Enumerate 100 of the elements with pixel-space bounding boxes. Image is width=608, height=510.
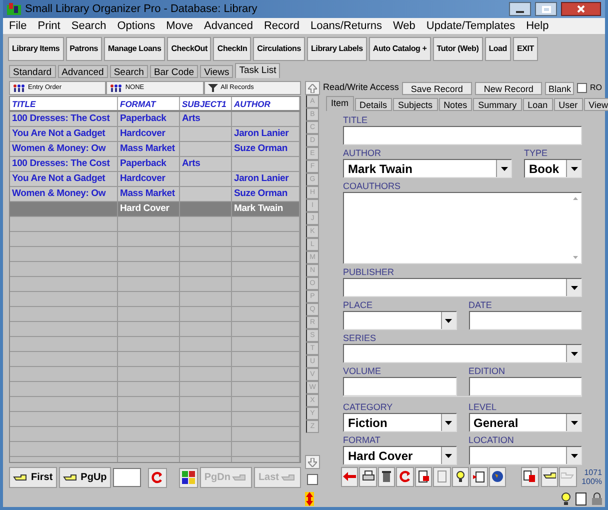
table-row[interactable]: You Are Not a Gadget Hardcover Jaron Lanier bbox=[10, 127, 300, 142]
table-row[interactable]: 100 Dresses: The Cost Paperback Arts bbox=[10, 112, 300, 127]
detail-tab[interactable]: Summary bbox=[473, 98, 522, 111]
detail-tab[interactable]: Subjects bbox=[393, 98, 438, 111]
menu-item[interactable]: Options bbox=[117, 20, 156, 32]
document-icon[interactable] bbox=[414, 466, 432, 486]
table-cell: Suze Orman bbox=[232, 142, 300, 156]
minimize-button[interactable] bbox=[509, 2, 531, 16]
caret-icon bbox=[500, 166, 508, 170]
detail-tab[interactable]: Notes bbox=[438, 98, 472, 111]
document-icon[interactable] bbox=[521, 466, 539, 486]
detail-tab[interactable]: Details bbox=[354, 98, 392, 111]
dropdown-field[interactable] bbox=[343, 311, 456, 330]
toolbar-button[interactable]: Library Labels bbox=[306, 36, 367, 60]
mode-tab[interactable]: Advanced bbox=[58, 65, 108, 78]
table-row[interactable]: You Are Not a Gadget Hardcover Jaron Lanier bbox=[10, 172, 300, 187]
toolbar-button[interactable]: CheckIn bbox=[213, 36, 252, 60]
globe-icon[interactable] bbox=[488, 466, 506, 486]
table-row[interactable]: 100 Dresses: The Cost Paperback Arts bbox=[10, 157, 300, 172]
arrow-left-icon[interactable] bbox=[341, 466, 358, 486]
toolbar-button[interactable]: Library Items bbox=[8, 36, 64, 60]
toolbar-button[interactable]: Load bbox=[484, 36, 511, 60]
table-row[interactable]: Hard Cover Mark Twain bbox=[10, 202, 300, 217]
text-field[interactable] bbox=[468, 377, 582, 396]
dropdown-field[interactable]: Fiction bbox=[343, 413, 456, 432]
text-field[interactable] bbox=[343, 377, 456, 396]
record-button[interactable]: New Record bbox=[474, 82, 542, 94]
toolbar-button[interactable]: Auto Catalog + bbox=[368, 36, 431, 60]
dropdown-field[interactable]: Hard Cover bbox=[343, 446, 456, 465]
field-label: LEVEL bbox=[468, 401, 498, 413]
document-icon[interactable] bbox=[470, 466, 488, 486]
printer-icon[interactable] bbox=[359, 466, 377, 486]
toolbar-button[interactable]: EXIT bbox=[513, 36, 538, 60]
menu-item[interactable]: File bbox=[9, 20, 27, 32]
color-grid-icon[interactable] bbox=[179, 468, 198, 488]
dropdown-field[interactable] bbox=[343, 278, 582, 297]
column-header[interactable]: SUBJECT1 bbox=[180, 97, 232, 110]
table-row[interactable]: Women & Money: Ow Mass Market Suze Orman bbox=[10, 187, 300, 202]
column-header[interactable]: AUTHOR bbox=[232, 97, 300, 110]
scroll-down-button[interactable] bbox=[305, 455, 320, 469]
funnel-icon bbox=[208, 84, 218, 92]
mode-tab[interactable]: Views bbox=[200, 65, 234, 78]
menu-item[interactable]: Advanced bbox=[204, 20, 253, 32]
dropdown-field[interactable] bbox=[468, 446, 582, 465]
menu-item[interactable]: Loans/Returns bbox=[310, 20, 382, 32]
menu-item[interactable]: Record bbox=[264, 20, 300, 32]
dropdown-field[interactable]: Book bbox=[524, 159, 582, 178]
dropdown-field[interactable]: General bbox=[468, 413, 582, 432]
dropdown-field[interactable] bbox=[343, 344, 582, 363]
textarea-field[interactable] bbox=[343, 192, 582, 264]
column-header[interactable]: FORMAT bbox=[118, 97, 180, 110]
nav-button[interactable]: First bbox=[9, 467, 57, 488]
table-cell: You Are Not a Gadget bbox=[10, 172, 118, 186]
mode-tab[interactable]: Task List bbox=[235, 63, 280, 78]
toolbar-button[interactable]: Tutor (Web) bbox=[432, 36, 483, 60]
field-label: CATEGORY bbox=[343, 401, 394, 413]
ro-checkbox[interactable] bbox=[577, 83, 587, 93]
caret-icon bbox=[570, 420, 578, 424]
menu-item[interactable]: Update/Templates bbox=[426, 20, 516, 32]
field-label: TYPE bbox=[524, 147, 549, 159]
caret-icon bbox=[445, 454, 452, 458]
light-bulb-icon bbox=[560, 492, 572, 506]
detail-tab[interactable]: View bbox=[584, 98, 608, 111]
menu-item[interactable]: Move bbox=[166, 20, 194, 32]
toolbar-button[interactable]: Patrons bbox=[66, 36, 102, 60]
toolbar-button[interactable]: Circulations bbox=[253, 36, 305, 60]
toolbar-button[interactable]: CheckOut bbox=[167, 36, 212, 60]
menu-item[interactable]: Search bbox=[71, 20, 106, 32]
menu-item[interactable]: Help bbox=[526, 20, 549, 32]
checkbox[interactable] bbox=[307, 474, 318, 485]
text-field[interactable] bbox=[343, 126, 582, 145]
scroll-up-icon bbox=[572, 197, 578, 200]
mode-tab[interactable]: Standard bbox=[9, 65, 56, 78]
detail-tab[interactable]: Item bbox=[326, 96, 354, 111]
record-number-field[interactable] bbox=[112, 468, 141, 487]
mode-tab[interactable]: Bar Code bbox=[150, 65, 198, 78]
table-cell: Jaron Lanier bbox=[232, 172, 300, 186]
maximize-button[interactable] bbox=[535, 2, 557, 16]
close-button[interactable] bbox=[561, 2, 601, 16]
record-button[interactable]: Blank bbox=[545, 82, 574, 94]
detail-tab[interactable]: User bbox=[554, 98, 583, 111]
close-icon bbox=[577, 5, 585, 13]
record-button[interactable]: Save Record bbox=[402, 82, 472, 94]
field-label: VOLUME bbox=[343, 365, 382, 377]
table-row[interactable]: Women & Money: Ow Mass Market Suze Orman bbox=[10, 142, 300, 157]
arrow-down-icon bbox=[308, 458, 317, 466]
trash-icon[interactable] bbox=[378, 466, 396, 486]
refresh-icon[interactable] bbox=[396, 466, 414, 486]
dropdown-field[interactable]: Mark Twain bbox=[343, 159, 512, 178]
menu-item[interactable]: Web bbox=[393, 20, 416, 32]
refresh-icon[interactable] bbox=[148, 468, 168, 488]
mode-tab[interactable]: Search bbox=[110, 65, 148, 78]
light-bulb-icon[interactable] bbox=[452, 466, 470, 486]
toolbar-button[interactable]: Manage Loans bbox=[104, 36, 166, 60]
column-header[interactable]: TITLE bbox=[10, 97, 118, 110]
scroll-up-button[interactable] bbox=[305, 81, 320, 95]
nav-button[interactable]: PgUp bbox=[58, 467, 111, 488]
text-field[interactable] bbox=[468, 311, 582, 330]
detail-tab[interactable]: Loan bbox=[522, 98, 553, 111]
menu-item[interactable]: Print bbox=[38, 20, 60, 32]
